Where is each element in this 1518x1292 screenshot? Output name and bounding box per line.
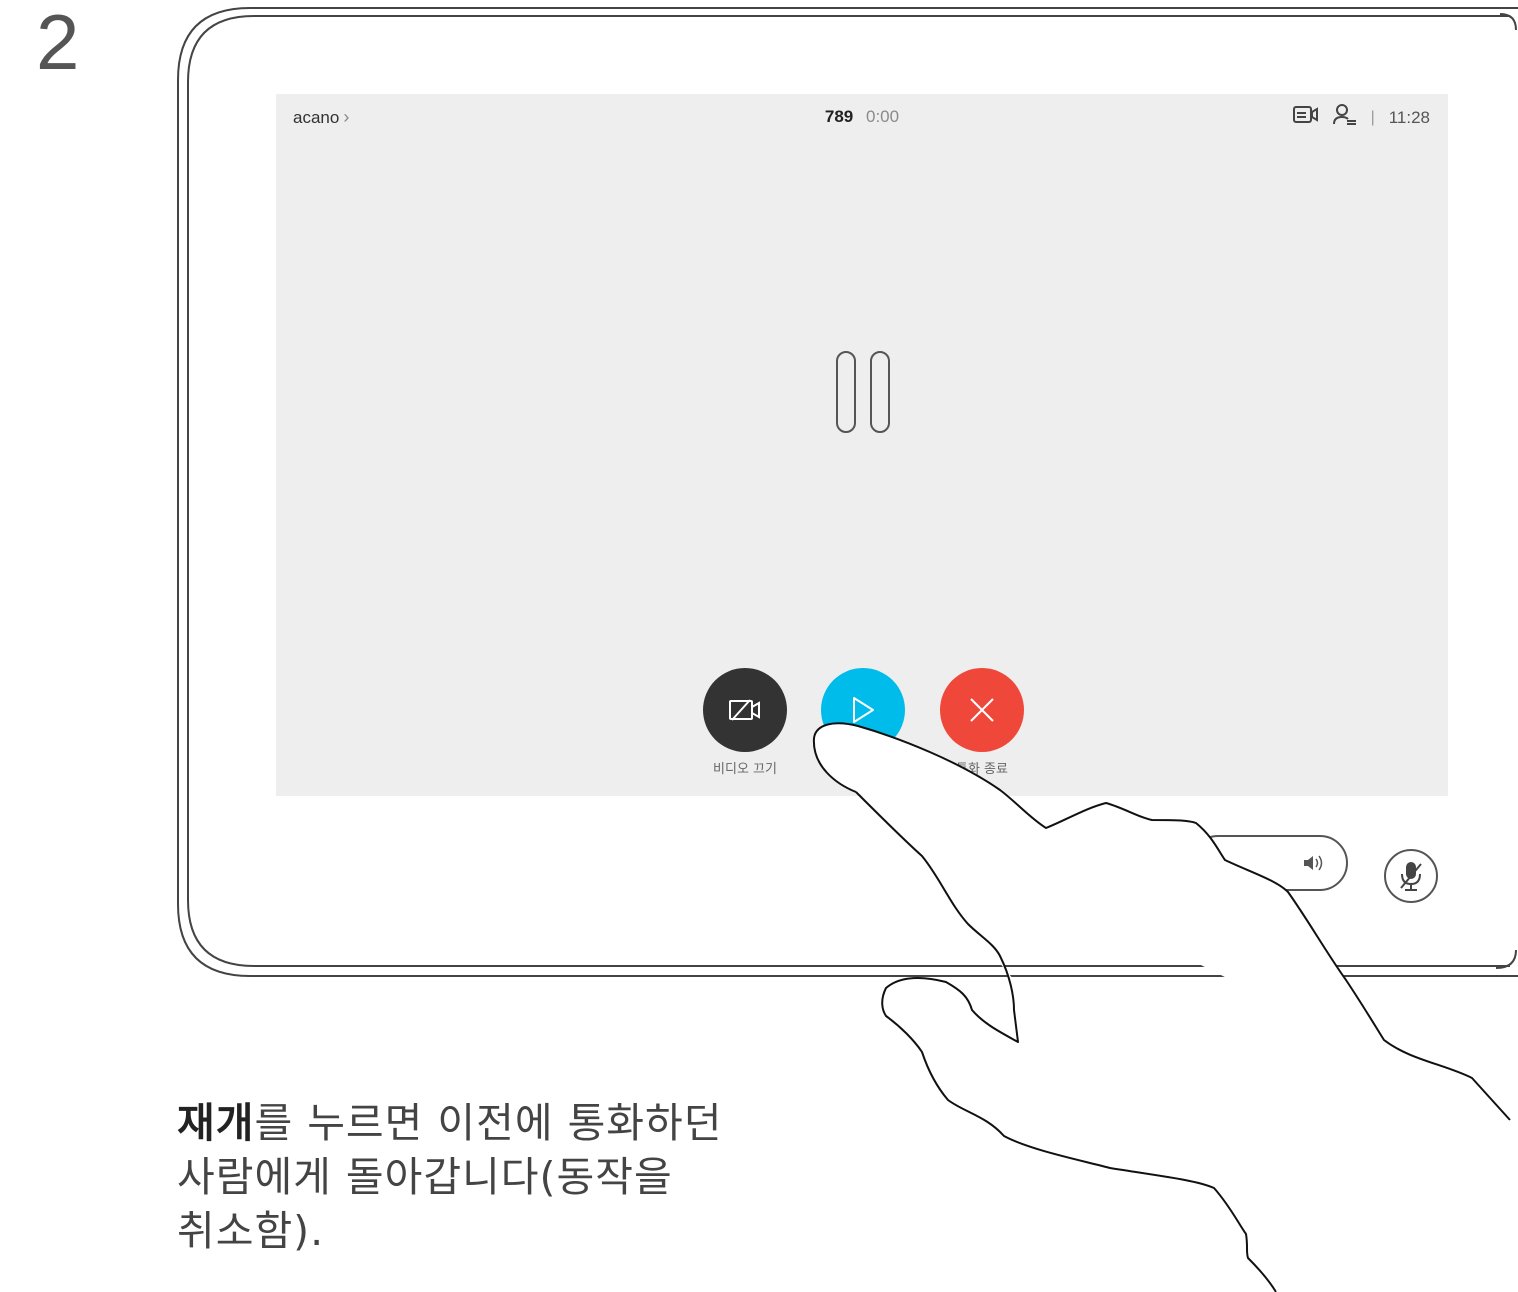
caption-line-1-rest: 를 누르면 이전에 통화하던: [254, 1099, 723, 1147]
caption-line-1: 재개를 누르면 이전에 통화하던: [177, 1096, 877, 1150]
caption-line-2: 사람에게 돌아갑니다(동작을: [177, 1153, 673, 1201]
instruction-caption: 재개를 누르면 이전에 통화하던 사람에게 돌아갑니다(동작을 취소함).: [177, 1096, 877, 1258]
caption-bold: 재개: [177, 1099, 255, 1147]
caption-line-3: 취소함).: [177, 1207, 325, 1255]
